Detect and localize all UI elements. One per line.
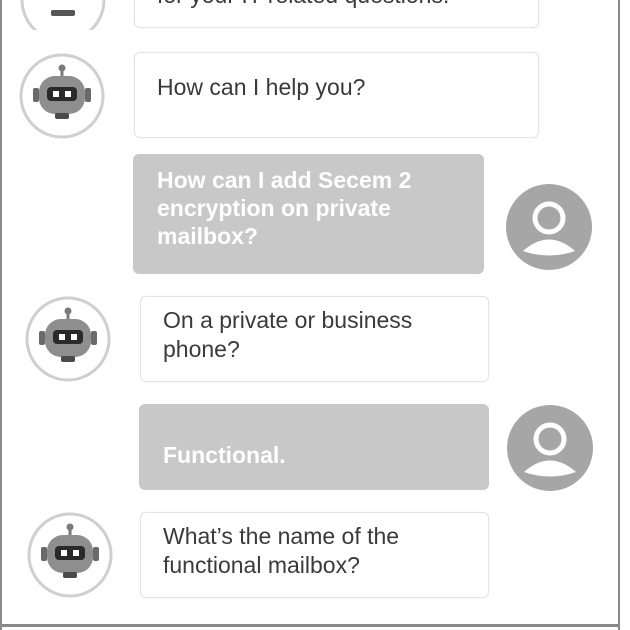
- chat-border-bottom: [0, 624, 620, 627]
- bot-message-line: functional mailbox?: [163, 552, 360, 578]
- user-avatar: [506, 184, 592, 270]
- bot-message-bubble: How can I help you?: [134, 52, 539, 138]
- bot-message-line: On a private or business: [163, 307, 413, 333]
- chat-window: for your IT related questions. How can I…: [0, 0, 630, 630]
- bot-message-text: for your IT related questions.: [157, 0, 449, 10]
- chat-border-right: [618, 0, 620, 630]
- robot-icon: [19, 53, 105, 139]
- user-message-line: How can I add Secem 2: [157, 167, 412, 193]
- bot-message-bubble: What’s the name of the functional mailbo…: [140, 512, 489, 598]
- bot-avatar: [25, 296, 111, 382]
- bot-message-line: phone?: [163, 336, 240, 362]
- bot-avatar: [27, 512, 113, 598]
- robot-icon: [27, 512, 113, 598]
- user-message-line: mailbox?: [157, 223, 258, 249]
- robot-icon: [20, 0, 106, 30]
- user-avatar: [507, 405, 593, 491]
- bot-avatar: [20, 0, 106, 30]
- user-icon: [507, 405, 593, 491]
- robot-icon: [25, 296, 111, 382]
- bot-message-text: How can I help you?: [157, 74, 366, 100]
- chat-border-left: [0, 0, 2, 630]
- bot-message-bubble: On a private or business phone?: [140, 296, 489, 382]
- user-message-text: Functional.: [163, 442, 286, 468]
- user-message-bubble: Functional.: [139, 404, 489, 490]
- bot-message-bubble: for your IT related questions.: [134, 0, 539, 28]
- user-icon: [506, 184, 592, 270]
- bot-message-line: What’s the name of the: [163, 523, 400, 549]
- user-message-bubble: How can I add Secem 2 encryption on priv…: [133, 154, 484, 274]
- bot-avatar: [19, 53, 105, 139]
- user-message-line: encryption on private: [157, 195, 391, 221]
